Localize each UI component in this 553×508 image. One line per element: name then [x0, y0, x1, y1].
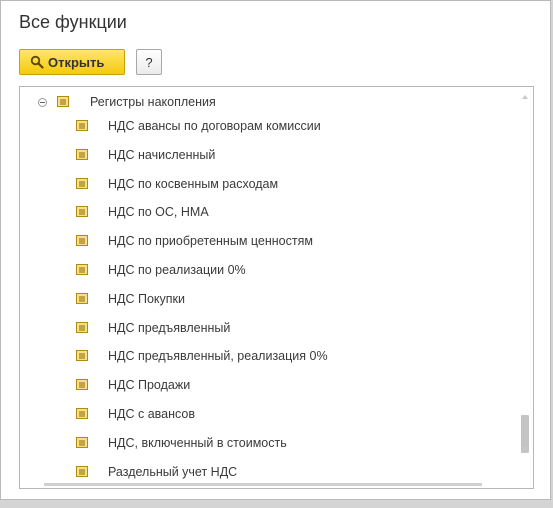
accumulation-register-icon [76, 235, 88, 247]
tree-item-label: НДС по приобретенным ценностям [108, 234, 313, 249]
tree-item-row[interactable]: НДС Покупки [20, 289, 510, 309]
accumulation-register-icon [76, 264, 88, 275]
accumulation-register-icon [76, 436, 88, 448]
tree-item-row[interactable]: НДС, включенный в стоимость [20, 433, 510, 453]
tree-item-label: НДС по реализации 0% [108, 263, 246, 277]
search-icon [30, 55, 44, 69]
tree-item-row[interactable]: Раздельный учет НДС [20, 462, 510, 482]
accumulation-register-icon [76, 120, 88, 131]
accumulation-register-icon [76, 465, 88, 477]
accumulation-register-icon [76, 350, 88, 362]
tree-item-label: НДС начисленный [108, 147, 216, 162]
accumulation-register-icon [76, 177, 88, 189]
all-functions-window: Все функции Открыть ? Регистры накоплени… [0, 0, 551, 500]
tree-item-label: НДС предъявленный [108, 320, 231, 335]
tree-item-row[interactable]: НДС предъявленный [20, 318, 510, 338]
scroll-down-arrow-icon[interactable] [522, 447, 528, 451]
functions-tree[interactable]: Регистры накопления НДС авансы по догово… [19, 86, 534, 489]
horizontal-scrollbar[interactable] [44, 483, 482, 486]
tree-item-row[interactable]: НДС авансы по договорам комиссии [20, 116, 510, 136]
tree-item-label: НДС по ОС, НМА [108, 205, 209, 220]
tree-item-label: НДС Покупки [108, 291, 186, 306]
tree-item-label: НДС Продажи [108, 378, 191, 393]
accumulation-register-icon [76, 206, 88, 218]
accumulation-register-icon [76, 379, 88, 391]
open-button-label: Открыть [48, 54, 105, 70]
accumulation-register-icon [76, 148, 88, 160]
tree-item-label: НДС предъявленный, реализация 0% [108, 349, 328, 364]
help-button[interactable]: ? [136, 49, 162, 75]
vertical-scrollbar[interactable] [519, 87, 533, 488]
tree-item-row[interactable]: НДС Продажи [20, 375, 510, 395]
accumulation-register-icon [76, 292, 88, 304]
tree-group-label: Регистры накопления [90, 95, 216, 109]
accumulation-register-icon [57, 96, 69, 107]
tree-item-label: НДС авансы по договорам комиссии [108, 119, 321, 133]
tree-item-label: Раздельный учет НДС [108, 464, 238, 479]
window-title: Все функции [19, 12, 127, 32]
tree-item-row[interactable]: НДС по приобретенным ценностям [20, 231, 510, 251]
collapse-toggle-icon[interactable] [38, 98, 47, 107]
tree-item-row[interactable]: НДС по косвенным расходам [20, 174, 510, 194]
tree-item-row[interactable]: НДС предъявленный, реализация 0% [20, 346, 510, 366]
tree-item-label: НДС, включенный в стоимость [108, 435, 287, 450]
accumulation-register-icon [76, 408, 88, 419]
tree-item-label: НДС по косвенным расходам [108, 176, 279, 191]
scroll-up-arrow-icon[interactable] [522, 95, 528, 99]
tree-item-row[interactable]: НДС по ОС, НМА [20, 202, 510, 222]
tree-item-row[interactable]: НДС начисленный [20, 145, 510, 165]
tree-group-row[interactable]: Регистры накопления [20, 92, 510, 112]
tree-item-row[interactable]: НДС с авансов [20, 404, 510, 424]
open-button[interactable]: Открыть [19, 49, 125, 75]
accumulation-register-icon [76, 321, 88, 333]
tree-item-label: НДС с авансов [108, 407, 196, 421]
tree-item-row[interactable]: НДС по реализации 0% [20, 260, 510, 280]
